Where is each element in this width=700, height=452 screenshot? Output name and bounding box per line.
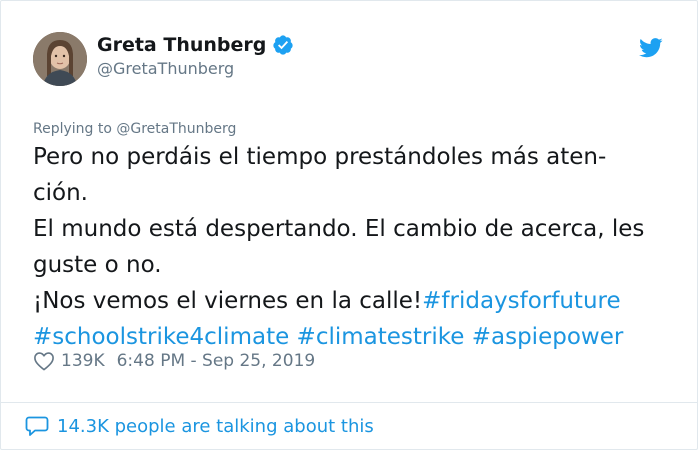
hashtag-schoolstrike4climate[interactable]: #schoolstrike4climate [33, 324, 289, 350]
display-name[interactable]: Greta Thunberg [97, 34, 266, 56]
tweet-card: Greta Thunberg @GretaThunberg Replying t… [0, 0, 698, 450]
tweet-line-6: #schoolstrike4climate #climatestrike #as… [33, 319, 673, 355]
hashtag-climatestrike[interactable]: #climatestrike [297, 324, 465, 350]
author-names: Greta Thunberg @GretaThunberg [97, 34, 294, 78]
like-count[interactable]: 139K [61, 351, 105, 371]
talking-link[interactable]: 14.3K people are talking about this [25, 415, 374, 437]
hashtag-fridaysforfuture[interactable]: #fridaysforfuture [422, 288, 621, 314]
display-name-row: Greta Thunberg [97, 34, 294, 56]
tweet-text: Pero no perdáis el tiempo prestándoles m… [33, 139, 673, 355]
avatar[interactable] [33, 32, 87, 86]
replying-to[interactable]: Replying to @GretaThunberg [33, 121, 236, 137]
verified-badge-icon [273, 35, 293, 55]
tweet-line-3: El mundo está despertando. El cambio de … [33, 216, 645, 242]
tweet-meta: 139K 6:48 PM - Sep 25, 2019 [33, 351, 315, 371]
tweet-line-5-text: ¡Nos vemos el viernes en la calle! [33, 288, 423, 314]
tweet-line-1: Pero no perdáis el tiempo prestándoles m… [33, 144, 607, 170]
tweet-line-5: ¡Nos vemos el viernes en la calle!#frida… [33, 283, 673, 319]
hashtag-aspiepower[interactable]: #aspiepower [472, 324, 624, 350]
author-handle[interactable]: @GretaThunberg [97, 59, 294, 78]
twitter-bird-icon[interactable] [639, 38, 663, 58]
tweet-header: Greta Thunberg @GretaThunberg [33, 32, 673, 88]
tweet-timestamp[interactable]: 6:48 PM - Sep 25, 2019 [117, 351, 316, 371]
tweet-line-2: ción. [33, 180, 88, 206]
talking-text[interactable]: 14.3K people are talking about this [57, 416, 374, 437]
heart-icon[interactable] [33, 351, 55, 371]
tweet-line-4: guste o no. [33, 252, 162, 278]
speech-bubble-icon [25, 416, 49, 436]
divider [1, 402, 697, 403]
